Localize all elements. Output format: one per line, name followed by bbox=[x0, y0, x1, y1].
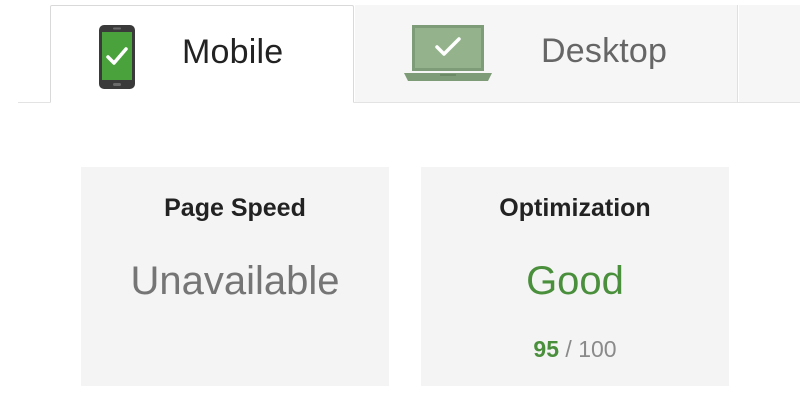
pagespeed-results: Mobile Desktop Page Speed Unavailable Op… bbox=[0, 0, 800, 401]
tab-desktop-label: Desktop bbox=[541, 32, 668, 70]
phone-check-icon bbox=[99, 25, 135, 89]
optimization-score-value: 95 bbox=[533, 336, 560, 362]
tab-mobile-label: Mobile bbox=[182, 33, 284, 71]
optimization-score: 95 / 100 bbox=[421, 336, 729, 363]
optimization-score-max: 100 bbox=[578, 336, 617, 362]
optimization-title: Optimization bbox=[499, 194, 651, 222]
page-speed-value: Unavailable bbox=[130, 259, 340, 303]
optimization-card: Optimization Good 95 / 100 bbox=[421, 167, 729, 386]
tab-desktop[interactable]: Desktop bbox=[355, 5, 738, 103]
page-speed-title: Page Speed bbox=[164, 194, 306, 222]
tab-bar-filler bbox=[739, 5, 800, 102]
device-tab-bar: Mobile Desktop bbox=[0, 0, 800, 104]
tab-mobile[interactable]: Mobile bbox=[50, 5, 354, 103]
laptop-check-icon bbox=[404, 25, 492, 81]
optimization-value: Good bbox=[526, 259, 624, 303]
optimization-score-separator: / bbox=[559, 336, 579, 362]
page-speed-card: Page Speed Unavailable bbox=[81, 167, 389, 386]
